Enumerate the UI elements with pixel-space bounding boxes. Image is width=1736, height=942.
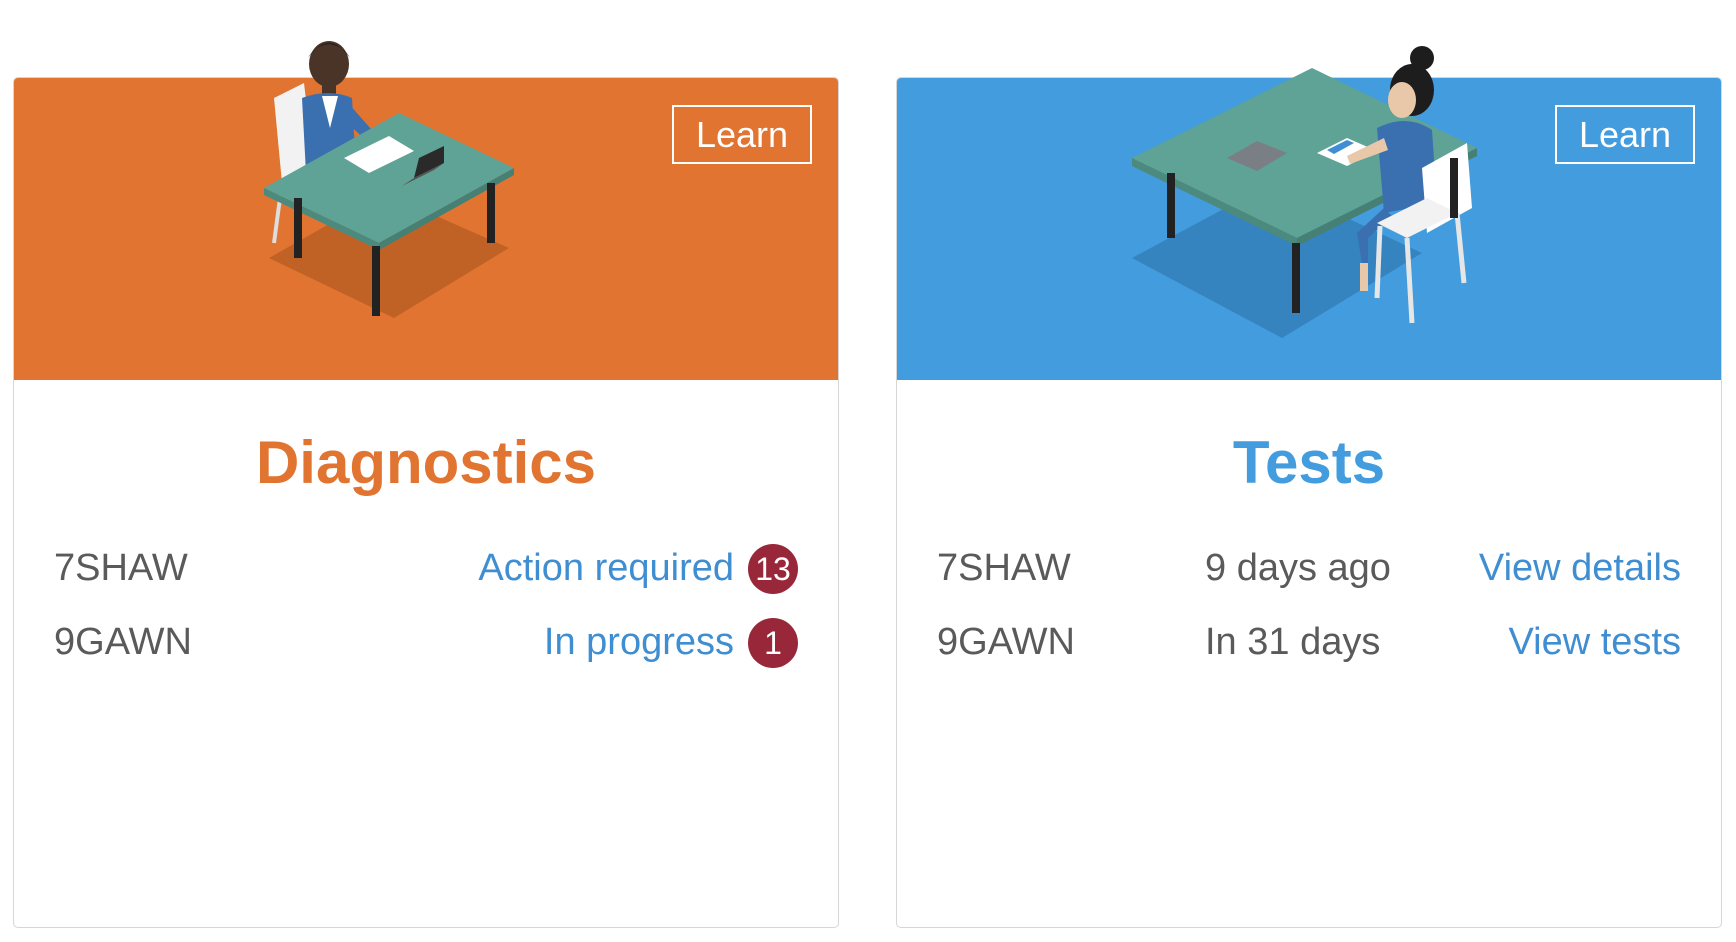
time-label: In 31 days — [1205, 621, 1381, 663]
status-link[interactable]: In progress — [544, 614, 734, 670]
view-details-link[interactable]: View details — [1479, 540, 1681, 596]
class-code: 7SHAW — [937, 547, 1071, 589]
diagnostics-card: Learn Diagnostics 7SHAW Action required … — [13, 41, 839, 928]
list-item: 9GAWN In progress 1 — [54, 614, 798, 670]
teacher-at-desk-illustration — [264, 41, 514, 318]
class-code: 7SHAW — [54, 547, 188, 589]
list-item: 7SHAW 9 days ago View details — [937, 540, 1681, 596]
card-title: Diagnostics — [255, 429, 597, 496]
status-link[interactable]: Action required — [478, 540, 734, 596]
learn-button[interactable]: Learn — [1555, 105, 1695, 164]
card-title: Tests — [1232, 429, 1386, 496]
time-label: 9 days ago — [1205, 547, 1391, 589]
tests-card: Learn Tests 7SHAW 9 days ago View detail… — [896, 46, 1722, 928]
tests-banner: Learn — [897, 46, 1721, 380]
student-at-desk-illustration — [1132, 46, 1477, 338]
class-code: 9GAWN — [937, 621, 1075, 663]
count-badge: 1 — [748, 618, 798, 668]
list-item: 7SHAW Action required 13 — [54, 540, 798, 596]
diagnostics-banner: Learn — [14, 41, 838, 380]
learn-button[interactable]: Learn — [672, 105, 812, 164]
list-item: 9GAWN In 31 days View tests — [937, 614, 1681, 670]
count-badge: 13 — [748, 544, 798, 594]
class-code: 9GAWN — [54, 621, 192, 663]
view-tests-link[interactable]: View tests — [1509, 614, 1681, 670]
